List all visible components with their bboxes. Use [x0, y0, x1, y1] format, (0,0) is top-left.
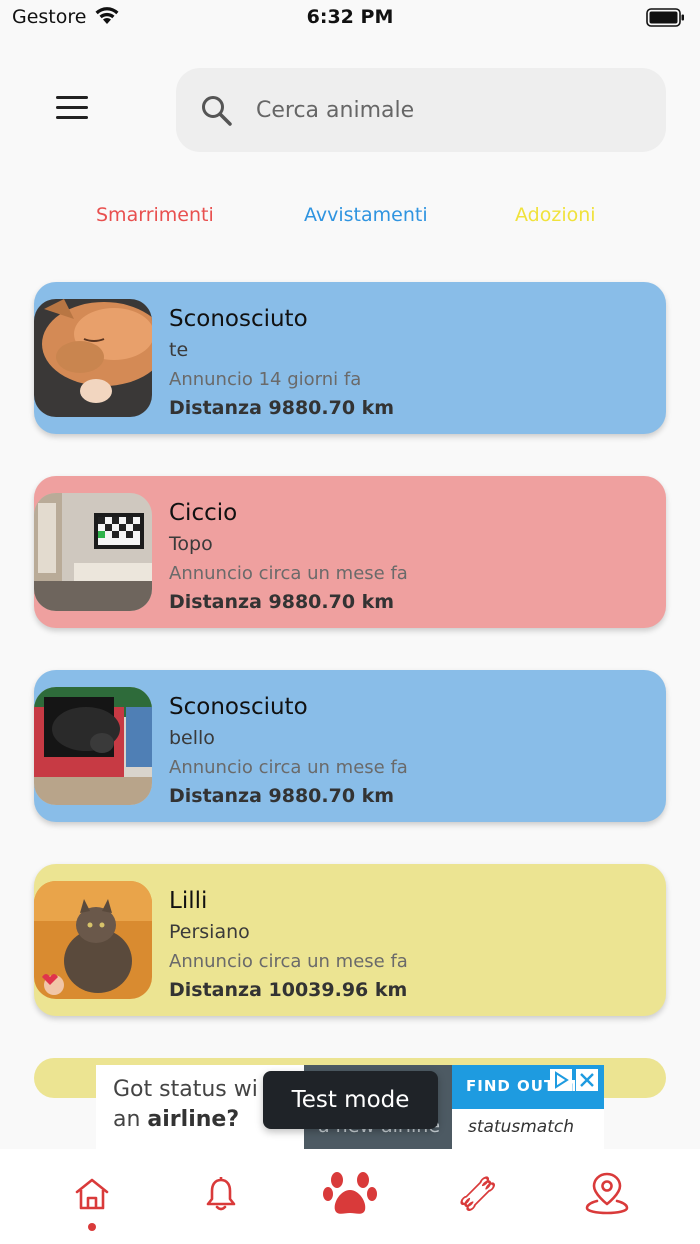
ad-brand: statusmatch — [468, 1117, 575, 1137]
animal-name: Sconosciuto — [169, 306, 308, 332]
test-mode-toast: Test mode — [263, 1071, 438, 1129]
nav-map[interactable] — [562, 1149, 652, 1244]
animal-name: Sconosciuto — [169, 694, 308, 720]
animal-breed: Persiano — [169, 921, 250, 943]
active-indicator — [88, 1223, 96, 1231]
animal-card[interactable]: Ciccio Topo Annuncio circa un mese fa Di… — [34, 476, 666, 628]
status-time: 6:32 PM — [306, 6, 394, 28]
bell-icon — [206, 1177, 236, 1211]
card-text: Lilli Persiano Annuncio circa un mese fa… — [169, 884, 649, 1005]
distance-label: Distanza 10039.96 km — [169, 979, 408, 1001]
category-tabs: Smarrimenti Avvistamenti Adozioni — [0, 204, 700, 234]
search-input[interactable] — [256, 90, 636, 130]
search-icon — [202, 96, 232, 126]
animal-breed: bello — [169, 727, 215, 749]
tab-avvistamenti[interactable]: Avvistamenti — [304, 204, 428, 226]
animal-photo — [34, 299, 152, 417]
animal-card[interactable]: Lilli Persiano Annuncio circa un mese fa… — [34, 864, 666, 1016]
animal-card[interactable]: Sconosciuto bello Annuncio circa un mese… — [34, 670, 666, 822]
search-bar[interactable] — [176, 68, 666, 152]
nav-notifications[interactable] — [176, 1149, 266, 1244]
animal-photo — [34, 881, 152, 999]
ad-headline-line1: Got status wi — [113, 1077, 258, 1102]
ad-cta-button[interactable]: FIND OUT M — [452, 1065, 604, 1109]
tab-adozioni[interactable]: Adozioni — [515, 204, 596, 226]
menu-button[interactable] — [56, 96, 92, 126]
announcement-date: Annuncio circa un mese fa — [169, 757, 408, 778]
animal-card[interactable]: Sconosciuto te Annuncio 14 giorni fa Dis… — [34, 282, 666, 434]
nav-animals[interactable] — [305, 1149, 395, 1244]
adchoices-icon[interactable] — [550, 1069, 572, 1091]
bone-icon — [460, 1176, 495, 1211]
tab-smarrimenti[interactable]: Smarrimenti — [96, 204, 214, 226]
ad-headline: Got status wi an airline? — [113, 1075, 258, 1135]
distance-label: Distanza 9880.70 km — [169, 397, 395, 419]
card-text: Sconosciuto te Annuncio 14 giorni fa Dis… — [169, 302, 649, 423]
paw-icon — [323, 1172, 377, 1214]
announcement-date: Annuncio circa un mese fa — [169, 951, 408, 972]
map-pin-icon — [585, 1172, 629, 1215]
distance-label: Distanza 9880.70 km — [169, 591, 395, 613]
animal-breed: te — [169, 339, 189, 361]
animal-photo — [34, 687, 152, 805]
animal-name: Ciccio — [169, 500, 238, 526]
animal-breed: Topo — [169, 533, 213, 555]
announcement-date: Annuncio 14 giorni fa — [169, 369, 362, 390]
ad-headline-line2: an airline? — [113, 1107, 240, 1132]
announcement-date: Annuncio circa un mese fa — [169, 563, 408, 584]
nav-bone[interactable] — [433, 1149, 523, 1244]
home-icon — [75, 1178, 109, 1210]
distance-label: Distanza 9880.70 km — [169, 785, 395, 807]
nav-home[interactable] — [47, 1149, 137, 1244]
close-icon[interactable] — [576, 1069, 598, 1091]
card-text: Ciccio Topo Annuncio circa un mese fa Di… — [169, 496, 649, 617]
battery-icon — [646, 8, 684, 27]
ad-side-panel: FIND OUT M statusmatch — [452, 1065, 604, 1149]
animal-photo — [34, 493, 152, 611]
animal-name: Lilli — [169, 888, 208, 914]
status-bar: Gestore 6:32 PM — [0, 0, 700, 36]
bottom-nav — [0, 1149, 700, 1244]
card-text: Sconosciuto bello Annuncio circa un mese… — [169, 690, 649, 811]
